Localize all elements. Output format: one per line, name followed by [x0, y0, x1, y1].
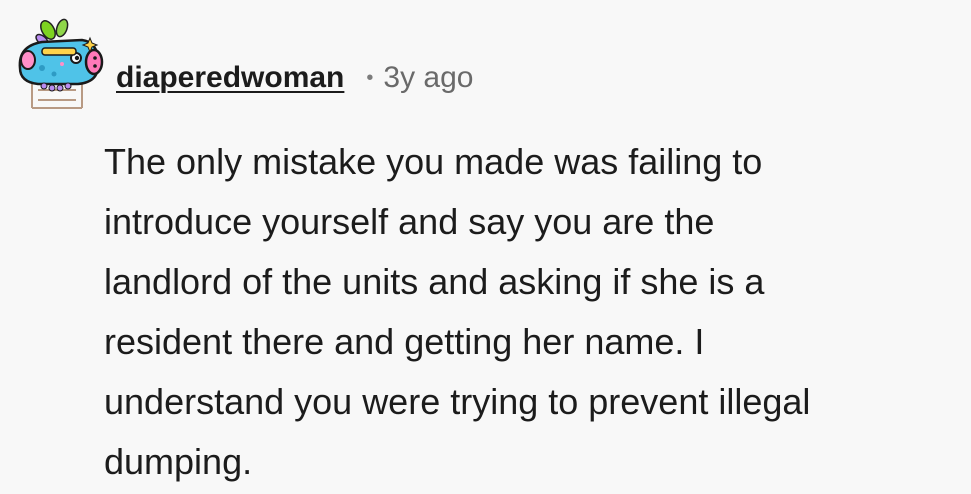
comment-header: diaperedwoman • 3y ago	[116, 58, 473, 98]
author-username-link[interactable]: diaperedwoman	[116, 61, 344, 95]
comment: diaperedwoman • 3y ago The only mistake …	[0, 0, 971, 494]
comment-body-line: introduce yourself and say you are the	[104, 201, 715, 242]
comment-body-line: resident there and getting her name. I	[104, 321, 705, 362]
comment-timestamp[interactable]: 3y ago	[383, 61, 473, 95]
comment-body-line: landlord of the units and asking if she …	[104, 261, 765, 302]
user-avatar[interactable]	[12, 18, 104, 110]
comment-body-line: understand you were trying to prevent il…	[104, 381, 811, 422]
meta-separator: •	[366, 66, 374, 89]
comment-body-line: The only mistake you made was failing to	[104, 141, 763, 182]
comment-body: The only mistake you made was failing to…	[104, 132, 964, 492]
comment-body-line: dumping.	[104, 441, 253, 482]
